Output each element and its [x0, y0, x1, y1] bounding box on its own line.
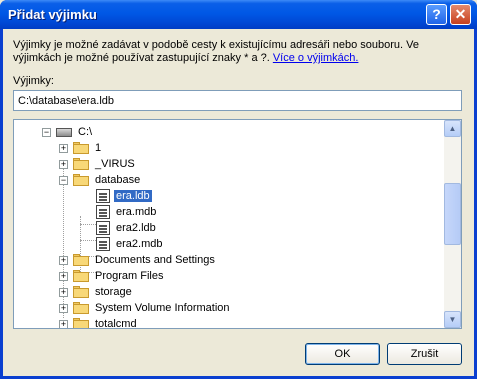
tree-node-program-files[interactable]: + Program Files [59, 268, 165, 284]
expand-toggle[interactable]: + [59, 255, 68, 265]
folder-icon [73, 142, 89, 154]
dialog-body: Výjimky je možné zadávat v podobě cesty … [3, 29, 474, 376]
expand-toggle[interactable]: + [59, 303, 68, 313]
folder-icon [73, 158, 89, 170]
title-bar[interactable]: Přidat výjimku ? ✕ [0, 0, 477, 29]
tree-node-storage[interactable]: + storage [59, 284, 134, 300]
tree-node-root[interactable]: − C:\ [42, 124, 94, 140]
tree-node-label: _VIRUS [95, 158, 135, 170]
tree-scrollbar[interactable]: ▲ ▼ [444, 120, 461, 328]
tree-node-label: storage [95, 286, 132, 298]
expand-toggle[interactable]: + [59, 287, 68, 297]
collapse-toggle[interactable]: − [59, 175, 68, 185]
expand-toggle[interactable]: + [59, 159, 68, 169]
more-info-link[interactable]: Více o výjimkách. [273, 52, 359, 64]
scroll-up-arrow-icon[interactable]: ▲ [444, 120, 461, 137]
tree-node-label: era.mdb [116, 206, 157, 218]
tree-node-label: era.ldb [114, 190, 152, 202]
dialog-title: Přidat výjimku [8, 7, 97, 22]
file-icon [96, 205, 110, 219]
tree-node-era-mdb[interactable]: era.mdb [96, 204, 158, 220]
tree-node-label: C:\ [78, 126, 93, 138]
tree-node-label: database [95, 174, 141, 186]
open-folder-icon [73, 174, 89, 186]
cancel-button[interactable]: Zrušit [387, 343, 462, 365]
drive-icon [56, 127, 72, 137]
scrollbar-thumb[interactable] [444, 183, 461, 245]
dialog-window: Přidat výjimku ? ✕ Výjimky je možné zadá… [0, 0, 477, 379]
tree-node-label: era2.mdb [116, 238, 163, 250]
ok-button[interactable]: OK [305, 343, 380, 365]
tree-node-label: totalcmd [95, 318, 137, 329]
tree-node-label: 1 [95, 142, 102, 154]
tree-node-label: Program Files [95, 270, 164, 282]
file-icon [96, 237, 110, 251]
expand-toggle[interactable]: + [59, 143, 68, 153]
expand-toggle[interactable]: + [59, 271, 68, 281]
tree-node-era-ldb[interactable]: era.ldb [96, 188, 152, 204]
file-icon [96, 189, 110, 203]
collapse-toggle[interactable]: − [42, 127, 51, 137]
tree-node-virus[interactable]: + _VIRUS [59, 156, 137, 172]
scroll-down-arrow-icon[interactable]: ▼ [444, 311, 461, 328]
tree-node-system-volume[interactable]: + System Volume Information [59, 300, 232, 316]
tree-node-1[interactable]: + 1 [59, 140, 103, 156]
file-icon [96, 221, 110, 235]
close-button[interactable]: ✕ [450, 4, 471, 25]
folder-tree[interactable]: − C:\ + 1 + _VIRUS − database era.ldb er… [13, 119, 462, 329]
exception-path-input[interactable] [13, 90, 462, 111]
tree-node-database[interactable]: − database [59, 172, 142, 188]
tree-node-era2-mdb[interactable]: era2.mdb [96, 236, 164, 252]
tree-node-label: Documents and Settings [95, 254, 215, 266]
tree-node-label: System Volume Information [95, 302, 230, 314]
folder-icon [73, 286, 89, 298]
description-text: Výjimky je možné zadávat v podobě cesty … [13, 39, 453, 65]
expand-toggle[interactable]: + [59, 319, 68, 328]
exceptions-label: Výjimky: [13, 75, 54, 87]
folder-icon [73, 318, 89, 328]
tree-node-label: era2.ldb [116, 222, 156, 234]
tree-node-totalcmd[interactable]: + totalcmd [59, 316, 139, 329]
folder-icon [73, 302, 89, 314]
tree-node-era2-ldb[interactable]: era2.ldb [96, 220, 158, 236]
folder-icon [73, 254, 89, 266]
folder-icon [73, 270, 89, 282]
help-button[interactable]: ? [426, 4, 447, 25]
tree-node-documents[interactable]: + Documents and Settings [59, 252, 217, 268]
